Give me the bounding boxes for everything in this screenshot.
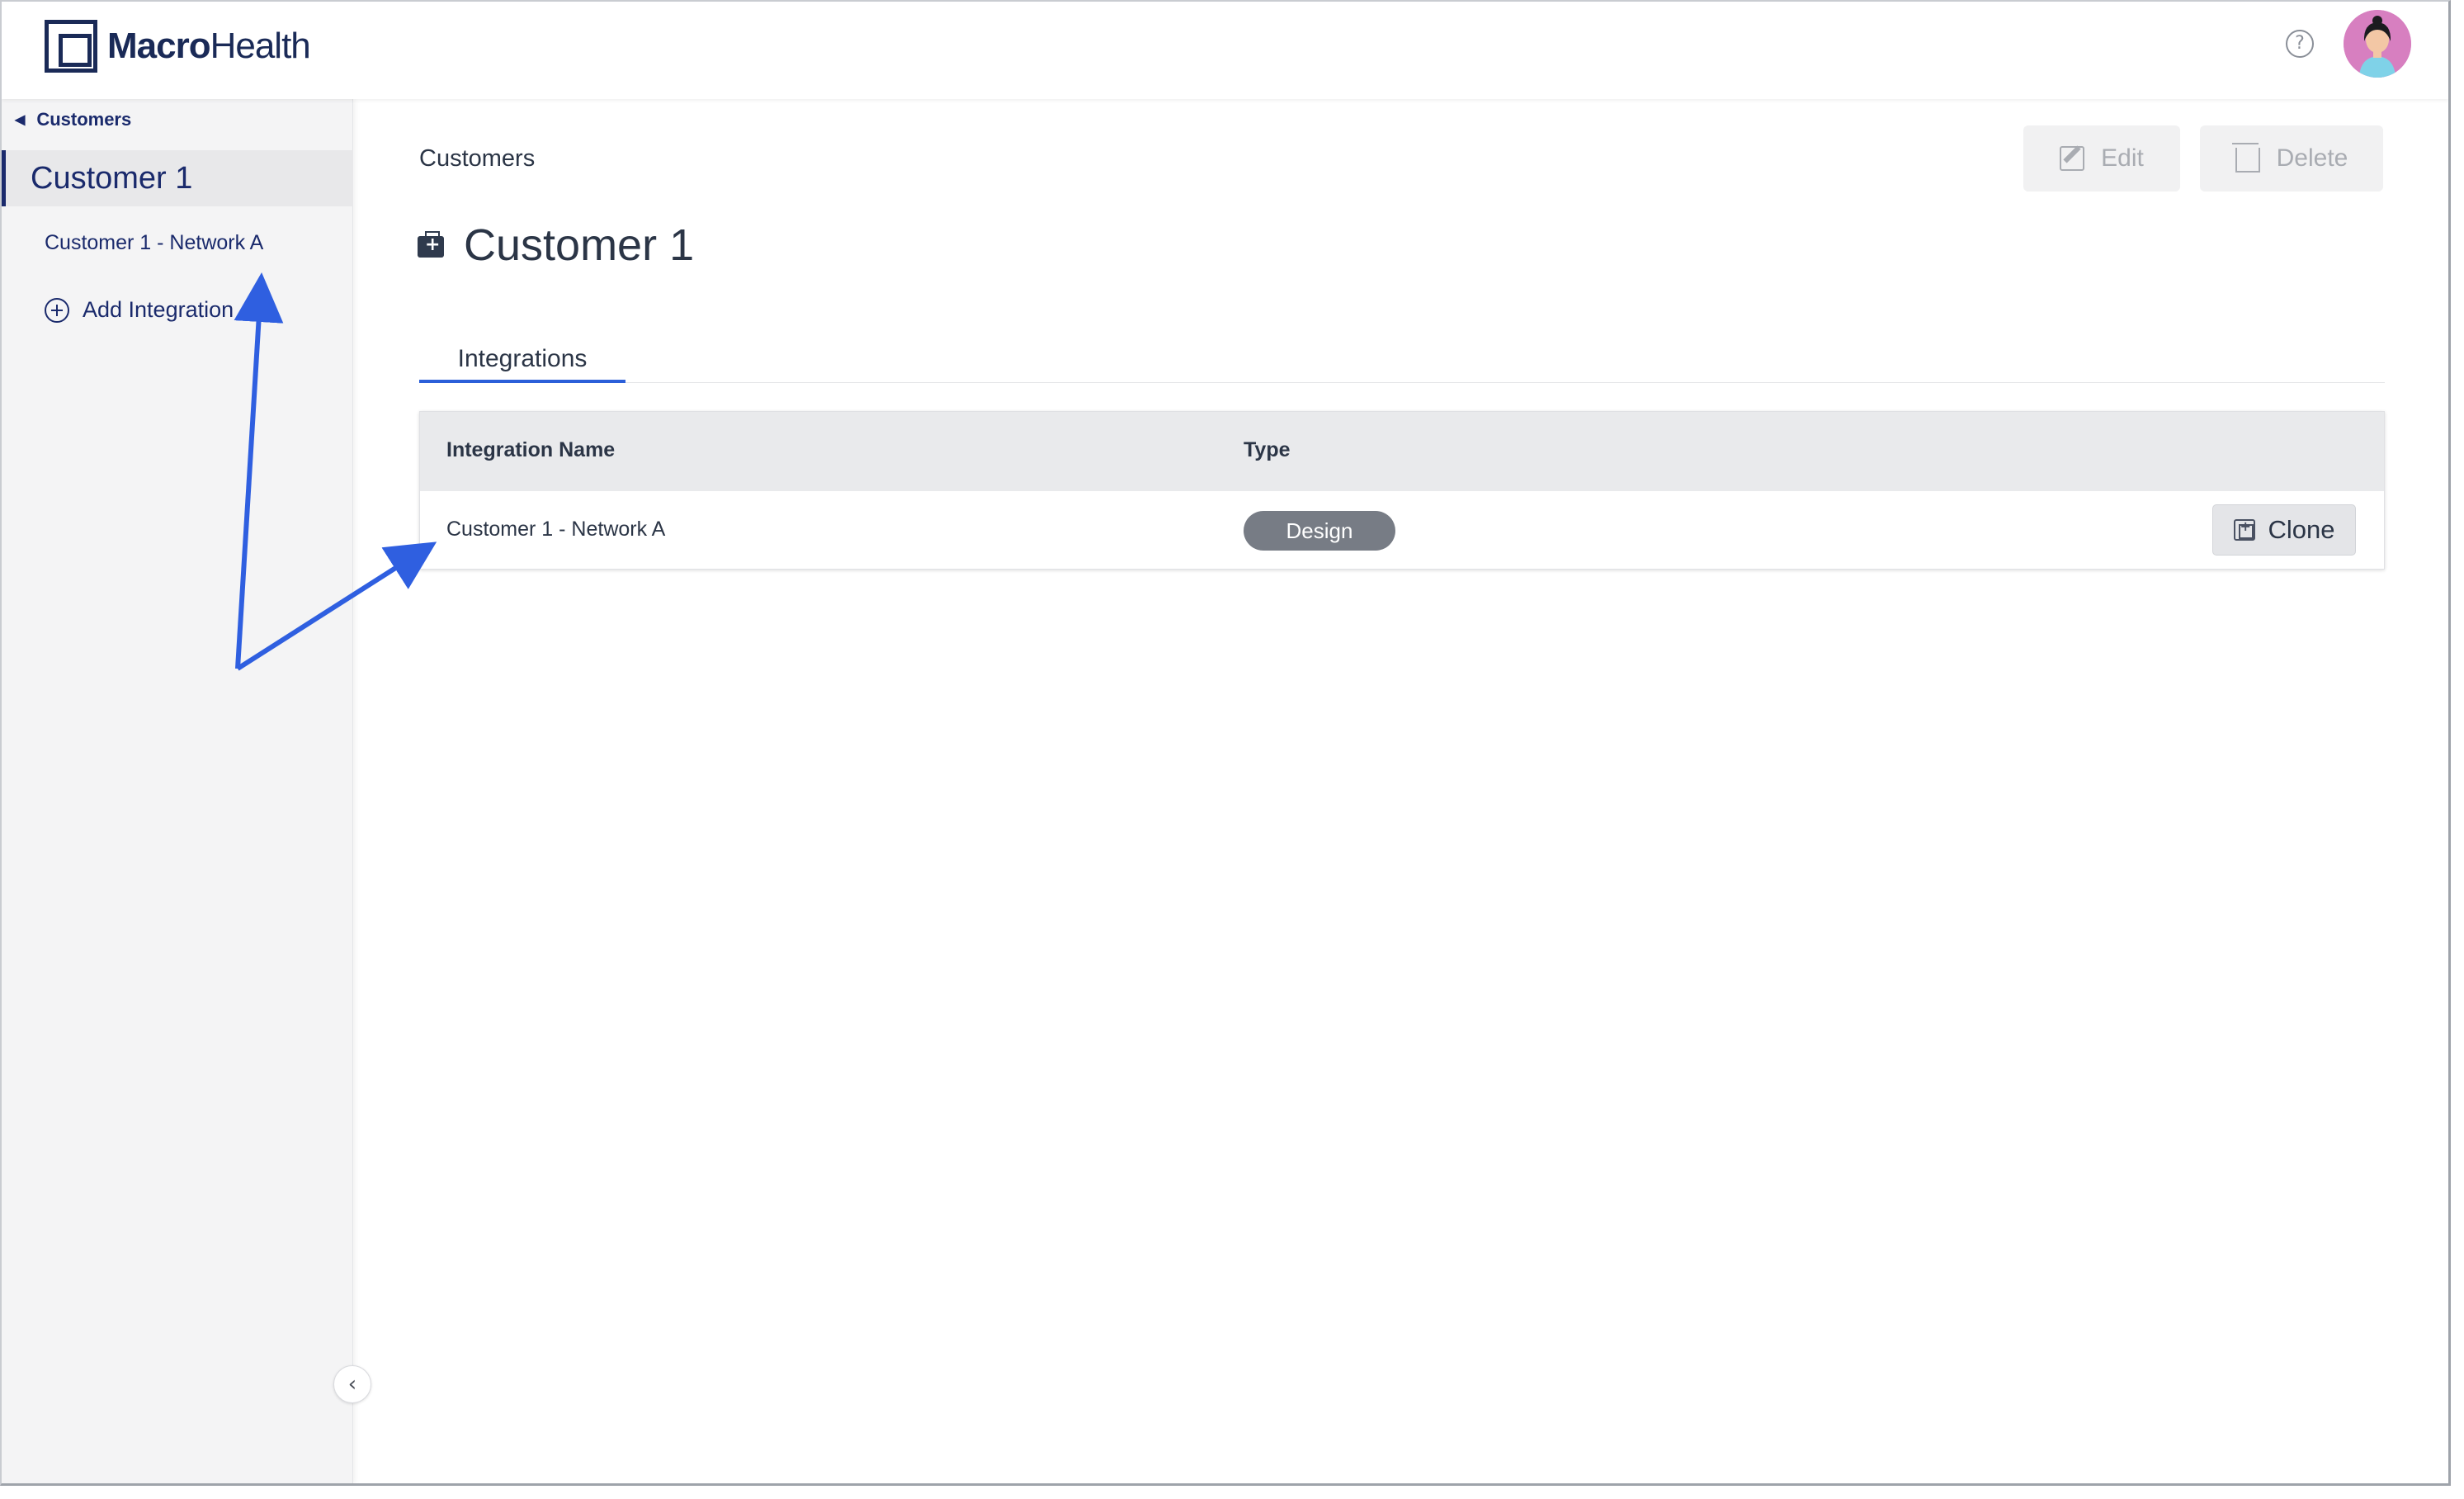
- macrohealth-logo-icon: [45, 20, 97, 73]
- delete-button[interactable]: Delete: [2200, 125, 2383, 192]
- table-header: Integration Name Type: [420, 412, 2384, 491]
- sidebar: ◀ Customers Customer 1 Customer 1 - Netw…: [2, 99, 353, 1483]
- logo-text: MacroHealth: [107, 26, 311, 66]
- top-bar: MacroHealth ?: [2, 2, 2448, 99]
- table-row[interactable]: Customer 1 - Network A Design Clone: [420, 491, 2384, 569]
- column-header-type[interactable]: Type: [1244, 438, 1291, 462]
- trash-icon: [2231, 143, 2260, 173]
- app-window: MacroHealth ? ◀ Customers Customer 1 Cus…: [0, 0, 2451, 1486]
- clone-icon: [2233, 518, 2255, 541]
- back-link-label: Customers: [36, 109, 132, 130]
- collapse-sidebar-button[interactable]: ‹: [333, 1365, 371, 1403]
- add-integration-label: Add Integration: [83, 297, 234, 322]
- edit-label: Edit: [2101, 144, 2144, 172]
- page-header: Customer 1: [418, 220, 694, 271]
- user-avatar[interactable]: [2344, 10, 2411, 78]
- edit-icon: [2060, 146, 2085, 171]
- page-title: Customer 1: [464, 220, 695, 270]
- help-icon[interactable]: ?: [2286, 30, 2314, 58]
- integration-name-cell[interactable]: Customer 1 - Network A: [446, 518, 665, 541]
- delete-label: Delete: [2276, 144, 2348, 172]
- medical-bag-icon: [418, 231, 444, 258]
- chevron-left-icon: ◀: [15, 113, 26, 127]
- chevron-left-icon: ‹: [347, 1372, 357, 1397]
- macrohealth-logo[interactable]: MacroHealth: [45, 20, 311, 73]
- clone-label: Clone: [2268, 515, 2335, 544]
- tab-integrations[interactable]: Integrations: [419, 340, 625, 383]
- edit-button[interactable]: Edit: [2023, 125, 2180, 192]
- column-header-integration-name[interactable]: Integration Name: [446, 438, 615, 462]
- type-badge: Design: [1244, 511, 1395, 551]
- breadcrumb[interactable]: Customers: [419, 145, 535, 173]
- sidebar-item-network-a[interactable]: Customer 1 - Network A: [45, 231, 263, 255]
- integrations-table: Integration Name Type Customer 1 - Netwo…: [419, 411, 2385, 570]
- clone-button[interactable]: Clone: [2212, 504, 2356, 556]
- back-to-customers-link[interactable]: ◀ Customers: [15, 109, 131, 130]
- add-integration-button[interactable]: Add Integration: [45, 297, 234, 323]
- tab-bar: Integrations: [419, 340, 2385, 383]
- sidebar-item-customer-1[interactable]: Customer 1: [2, 150, 353, 206]
- plus-circle-icon: [45, 297, 69, 323]
